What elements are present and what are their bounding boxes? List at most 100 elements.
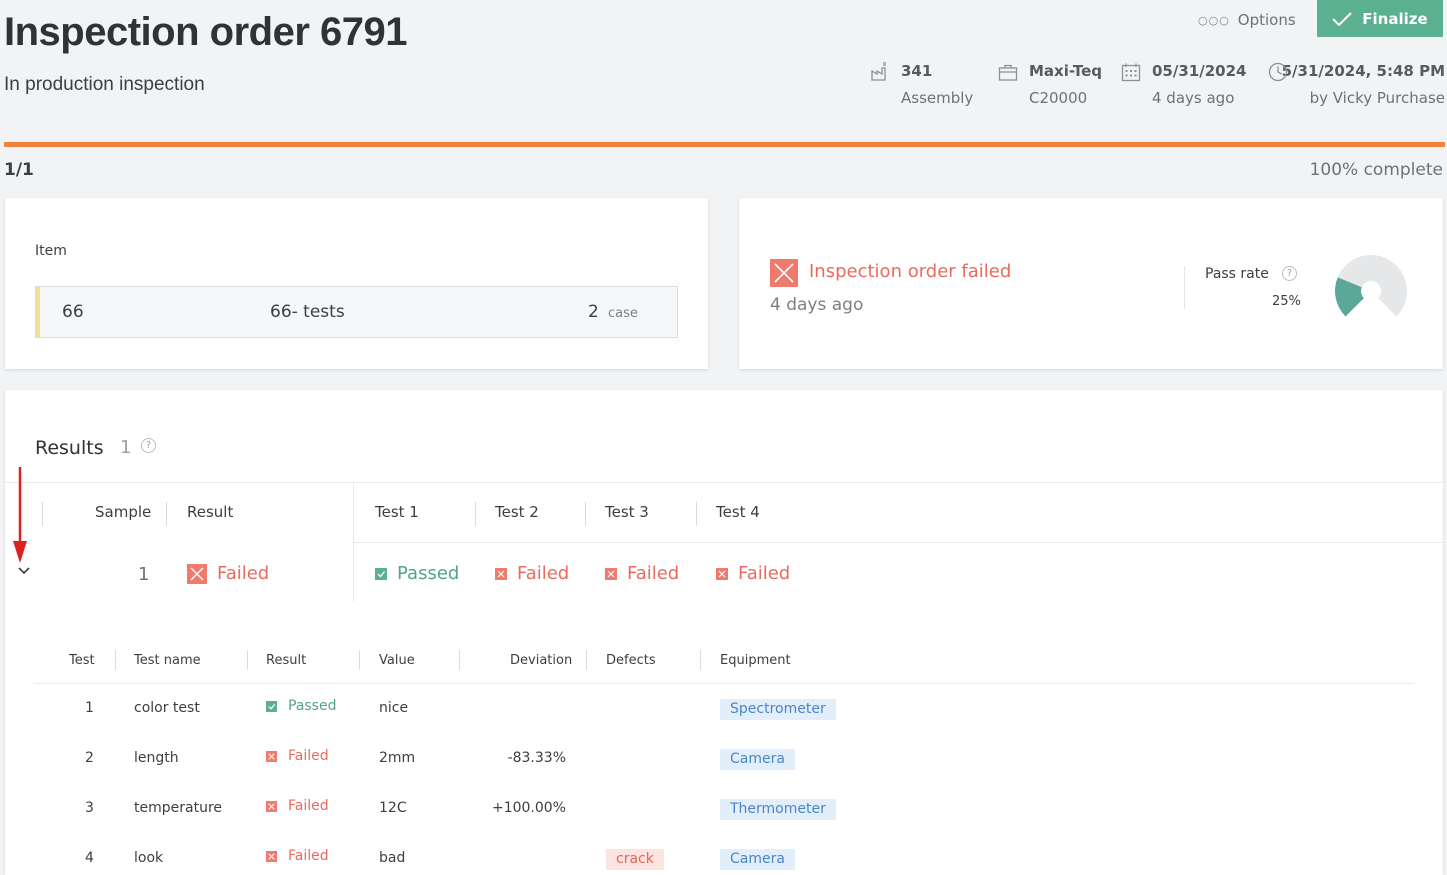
page-subtitle: In production inspection <box>4 74 205 95</box>
divider <box>353 542 1443 543</box>
finalize-button[interactable]: Finalize <box>1317 0 1443 37</box>
equipment-tag[interactable]: Camera <box>720 849 795 870</box>
item-unit: case <box>608 306 638 321</box>
column-header-test-4[interactable]: Test 4 <box>716 503 760 521</box>
column-header-result[interactable]: Result <box>187 503 233 521</box>
help-icon[interactable]: ? <box>1282 266 1297 281</box>
column-separator <box>459 650 460 670</box>
detail-test-name: color test <box>134 700 200 716</box>
detail-header-value: Value <box>379 653 415 668</box>
column-separator <box>247 650 248 670</box>
meta-line2: C20000 <box>1029 89 1088 107</box>
defect-tag[interactable]: crack <box>606 849 664 870</box>
finalize-label: Finalize <box>1362 9 1428 28</box>
meta-created: 5/31/2024, 5:48 PM by Vicky Purchase <box>1268 58 1445 112</box>
equipment-tag[interactable]: Spectrometer <box>720 699 836 720</box>
progress-count: 1/1 <box>4 160 34 180</box>
pass-rate-gauge <box>1335 255 1407 317</box>
inspection-status-time: 4 days ago <box>770 295 864 315</box>
detail-deviation: -83.33% <box>507 750 566 766</box>
detail-header-defects: Defects <box>606 653 656 668</box>
test-result-label: Failed <box>517 563 570 584</box>
detail-value: nice <box>379 700 409 716</box>
column-header-test-2[interactable]: Test 2 <box>495 503 539 521</box>
results-card: Results 1 ? Sample Result Test 1 Test 2 … <box>5 390 1443 875</box>
test-3-result[interactable]: Failed <box>605 563 679 584</box>
item-code: 66 <box>62 302 84 322</box>
meta-supplier: Maxi-Teq C20000 <box>998 58 1108 112</box>
progress-bar <box>4 142 1445 147</box>
meta-production-line: 341 Assembly <box>870 58 980 112</box>
column-separator <box>696 502 697 526</box>
inspection-status: Inspection order failed <box>809 261 1012 282</box>
detail-result: Failed <box>266 848 329 864</box>
detail-header-result: Result <box>266 653 307 668</box>
detail-header-equipment: Equipment <box>720 653 791 668</box>
item-name: 66- tests <box>270 302 345 322</box>
passed-check-icon <box>266 700 277 712</box>
help-icon[interactable]: ? <box>141 438 156 453</box>
detail-result-label: Failed <box>288 798 329 814</box>
column-separator <box>42 502 43 526</box>
meta-line2: Assembly <box>901 89 974 107</box>
detail-test-name: look <box>134 850 164 866</box>
failed-x-icon <box>187 563 207 584</box>
column-separator <box>586 650 587 670</box>
detail-value: bad <box>379 850 406 866</box>
failed-x-icon <box>495 567 507 580</box>
detail-header-test-name: Test name <box>134 653 201 668</box>
column-separator <box>585 502 586 526</box>
column-header-test-3[interactable]: Test 3 <box>605 503 649 521</box>
detail-result: Failed <box>266 798 329 814</box>
meta-line1: 5/31/2024, 5:48 PM <box>1281 62 1445 80</box>
passed-check-icon <box>375 567 387 580</box>
equipment-tag[interactable]: Thermometer <box>720 799 836 820</box>
item-row[interactable]: 66 66- tests 2 case <box>35 286 678 338</box>
test-1-result[interactable]: Passed <box>375 563 459 584</box>
pass-rate-label: Pass rate <box>1205 266 1269 282</box>
annotation-arrow-icon <box>13 467 27 563</box>
detail-value: 2mm <box>379 750 416 766</box>
detail-deviation: +100.00% <box>491 800 566 816</box>
detail-header-test: Test <box>69 653 95 668</box>
column-separator <box>700 650 701 670</box>
page-title: Inspection order 6791 <box>4 10 407 54</box>
detail-result-label: Failed <box>288 748 329 764</box>
column-separator <box>115 650 116 670</box>
options-button[interactable]: ○○○ Options <box>1198 8 1296 32</box>
briefcase-icon <box>998 64 1018 81</box>
detail-test-name: length <box>134 750 179 766</box>
pass-rate-value: 25% <box>1272 294 1301 309</box>
column-separator <box>475 502 476 526</box>
sample-result-label: Failed <box>217 563 270 584</box>
failed-x-icon <box>716 567 728 580</box>
item-card: Item 66 66- tests 2 case <box>5 198 708 369</box>
failed-x-icon <box>266 850 277 862</box>
check-icon <box>1332 11 1353 26</box>
failed-x-icon <box>266 800 277 812</box>
column-header-sample[interactable]: Sample <box>95 503 151 521</box>
failed-x-icon <box>770 259 798 287</box>
failed-x-icon <box>266 750 277 762</box>
sample-number: 1 <box>138 564 150 585</box>
detail-result: Passed <box>266 698 336 714</box>
test-4-result[interactable]: Failed <box>716 563 790 584</box>
divider <box>353 482 354 602</box>
detail-test-name: temperature <box>134 800 222 816</box>
divider <box>35 683 1413 684</box>
meta-date: 05/31/2024 4 days ago <box>1121 58 1251 112</box>
options-label: Options <box>1237 11 1296 29</box>
results-count: 1 <box>120 437 132 458</box>
progress-percent: 100% complete <box>1309 160 1443 180</box>
detail-header-deviation: Deviation <box>510 653 573 668</box>
equipment-tag[interactable]: Camera <box>720 749 795 770</box>
test-2-result[interactable]: Failed <box>495 563 569 584</box>
detail-test-number: 2 <box>85 750 94 766</box>
detail-value: 12C <box>379 800 407 816</box>
status-card: Inspection order failed 4 days ago Pass … <box>739 198 1443 369</box>
column-header-test-1[interactable]: Test 1 <box>375 503 419 521</box>
chevron-down-icon[interactable] <box>17 566 31 576</box>
detail-result-label: Passed <box>288 698 337 714</box>
test-result-label: Failed <box>738 563 791 584</box>
meta-line2: by Vicky Purchase <box>1309 89 1445 107</box>
